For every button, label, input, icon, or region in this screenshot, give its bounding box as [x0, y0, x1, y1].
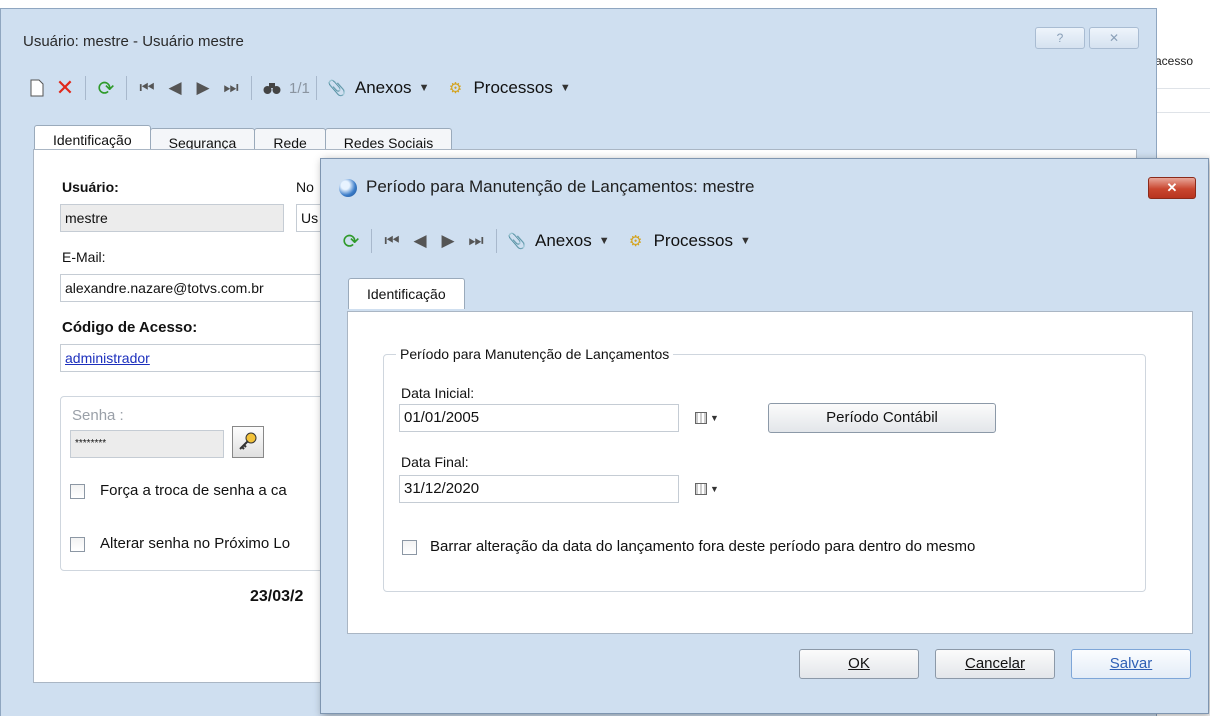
senha-label: Senha :	[72, 407, 124, 424]
background-divider	[1155, 88, 1210, 89]
email-field[interactable]: alexandre.nazare@totvs.com.br	[60, 274, 360, 302]
codigo-acesso-link[interactable]: administrador	[60, 344, 360, 372]
block-checkbox-label: Barrar alteração da data do lançamento f…	[430, 538, 976, 555]
date-display: 23/03/2	[250, 588, 304, 605]
email-label: E-Mail:	[62, 249, 106, 265]
calendar-button[interactable]: ▼	[681, 404, 733, 432]
data-final-field[interactable]: 31/12/2020	[399, 475, 679, 503]
help-button[interactable]: ?	[1035, 27, 1085, 49]
refresh-icon[interactable]: ⟳	[339, 227, 363, 255]
periodo-group	[383, 354, 1146, 592]
calendar-icon	[695, 483, 708, 495]
binoculars-icon[interactable]	[260, 74, 284, 102]
chevron-down-icon[interactable]: ▼	[419, 82, 430, 94]
delete-icon[interactable]: ✕	[53, 74, 77, 102]
key-icon	[239, 432, 257, 450]
dialog-panel: Período para Manutenção de Lançamentos D…	[347, 311, 1193, 634]
processes-menu[interactable]: Processos	[654, 231, 733, 251]
background-divider	[1155, 112, 1210, 113]
last-record-icon[interactable]: ⏭	[219, 74, 243, 102]
chevron-down-icon[interactable]: ▼	[560, 82, 571, 94]
chevron-down-icon: ▼	[710, 413, 719, 423]
save-button-label: Salvar	[1109, 655, 1153, 672]
processes-menu[interactable]: Processos	[473, 78, 552, 98]
refresh-icon[interactable]: ⟳	[94, 74, 118, 102]
calendar-button[interactable]: ▼	[681, 475, 733, 503]
nome-label: No	[296, 179, 314, 195]
previous-record-icon[interactable]: ◀	[408, 227, 432, 255]
ok-button[interactable]: OK	[799, 649, 919, 679]
dialog-title: Período para Manutenção de Lançamentos: …	[366, 177, 755, 196]
window-close-button[interactable]: ✕	[1089, 27, 1139, 49]
codigo-acesso-label: Código de Acesso:	[62, 319, 198, 336]
previous-record-icon[interactable]: ◀	[163, 74, 187, 102]
user-window-title: Usuário: mestre - Usuário mestre	[23, 33, 244, 50]
usuario-field[interactable]: mestre	[60, 204, 284, 232]
dialog-toolbar: ⟳ ⏮ ◀ ▶ ⏭ 📎 Anexos ▼ ⚙ Processos ▼	[337, 225, 751, 257]
paperclip-icon: 📎	[327, 80, 347, 97]
chevron-down-icon[interactable]: ▼	[599, 235, 610, 247]
attachments-menu[interactable]: Anexos	[355, 78, 412, 98]
ok-button-label: OK	[848, 655, 870, 672]
periodo-contabil-button[interactable]: Período Contábil	[768, 403, 996, 433]
data-inicial-label: Data Inicial:	[401, 385, 475, 401]
first-record-icon[interactable]: ⏮	[135, 74, 159, 102]
key-button[interactable]	[232, 426, 264, 458]
chevron-down-icon[interactable]: ▼	[740, 235, 751, 247]
dialog-tabs: Identificação	[348, 278, 465, 309]
dialog-close-button[interactable]: ✕	[1148, 177, 1196, 199]
gears-icon: ⚙	[628, 233, 643, 250]
force-change-checkbox[interactable]	[70, 484, 85, 499]
data-inicial-field[interactable]: 01/01/2005	[399, 404, 679, 432]
paperclip-icon: 📎	[507, 233, 527, 250]
user-window-titlebar: Usuário: mestre - Usuário mestre ? ✕	[1, 9, 1156, 57]
record-counter: 1/1	[289, 79, 310, 97]
tab-identificacao[interactable]: Identificação	[348, 278, 465, 309]
attachments-menu[interactable]: Anexos	[535, 231, 592, 251]
first-record-icon[interactable]: ⏮	[380, 227, 404, 255]
periodo-dialog: Período para Manutenção de Lançamentos: …	[320, 158, 1209, 714]
next-record-icon[interactable]: ▶	[191, 74, 215, 102]
data-final-label: Data Final:	[401, 454, 469, 470]
usuario-label: Usuário:	[62, 179, 119, 195]
save-button[interactable]: Salvar	[1071, 649, 1191, 679]
last-record-icon[interactable]: ⏭	[464, 227, 488, 255]
block-checkbox[interactable]	[402, 540, 417, 555]
force-change-label: Força a troca de senha a ca	[100, 482, 287, 499]
gears-icon: ⚙	[448, 80, 463, 97]
change-next-login-checkbox[interactable]	[70, 537, 85, 552]
new-record-icon[interactable]	[25, 74, 49, 102]
background-partial-text: acesso	[1155, 54, 1194, 68]
chevron-down-icon: ▼	[710, 484, 719, 494]
user-window-toolbar: ✕ ⟳ ⏮ ◀ ▶ ⏭ 1/1 📎 Anexos ▼ ⚙ Processos ▼	[23, 72, 571, 104]
group-label: Período para Manutenção de Lançamentos	[396, 346, 674, 362]
globe-icon	[339, 179, 357, 197]
cancel-button[interactable]: Cancelar	[935, 649, 1055, 679]
next-record-icon[interactable]: ▶	[436, 227, 460, 255]
cancel-button-label: Cancelar	[964, 655, 1026, 672]
change-next-login-label: Alterar senha no Próximo Lo	[100, 535, 291, 552]
calendar-icon	[695, 412, 708, 424]
senha-field[interactable]: ********	[70, 430, 224, 458]
